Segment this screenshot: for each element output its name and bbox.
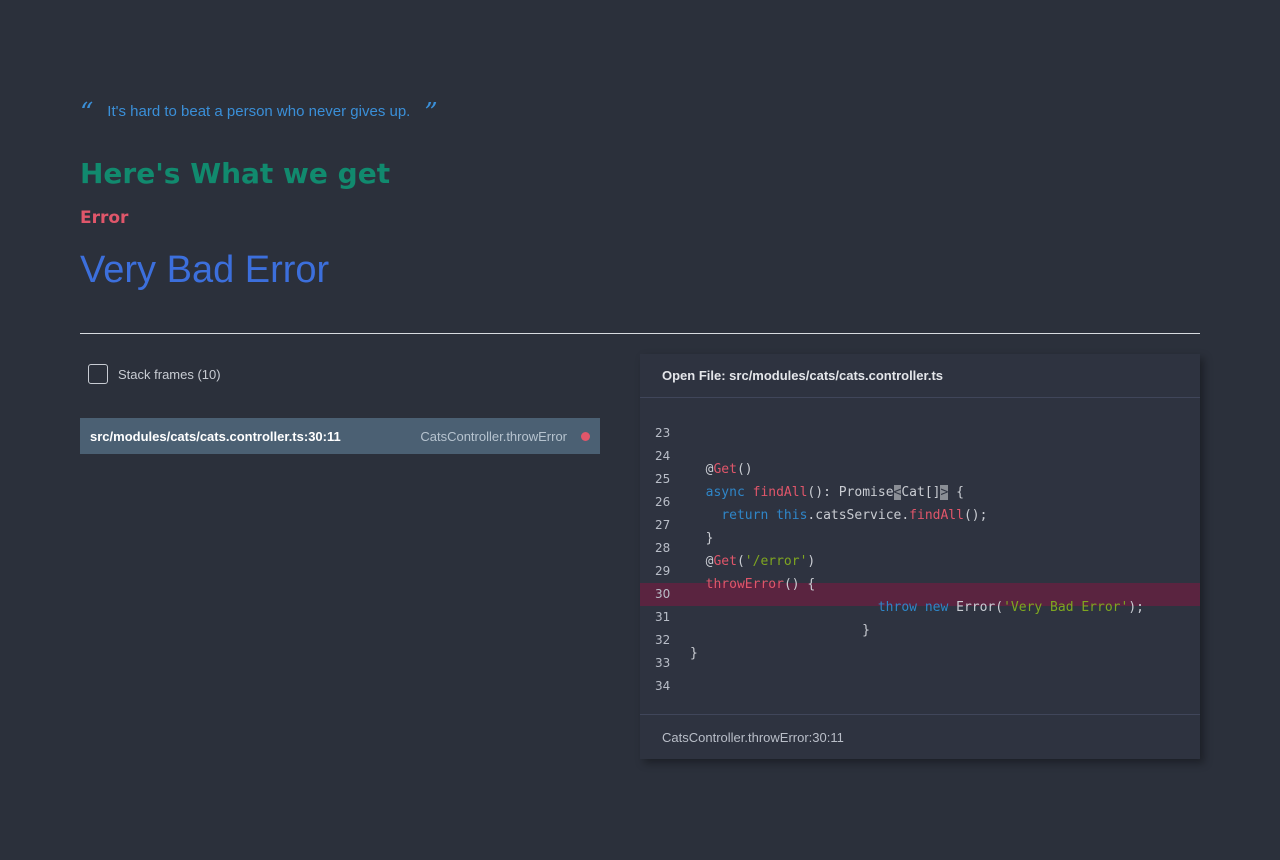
divider <box>80 333 1200 334</box>
code-panel: Open File: src/modules/cats/cats.control… <box>640 354 1200 759</box>
line-number: 31 <box>655 610 671 624</box>
code-line: 32 } <box>640 623 1200 652</box>
code-panel-footer: CatsController.throwError:30:11 <box>640 714 1200 759</box>
stack-frame-item[interactable]: src/modules/cats/cats.controller.ts:30:1… <box>80 418 600 454</box>
page-title: Here's What we get <box>80 157 391 190</box>
stack-frames-checkbox[interactable] <box>88 364 108 384</box>
code-text: @Get() <box>690 462 753 477</box>
code-text: @Get('/error') <box>690 554 816 569</box>
error-message: Very Bad Error <box>80 249 330 291</box>
error-label: Error <box>80 208 129 228</box>
close-quote-icon: ” <box>424 98 438 128</box>
code-text: async findAll(): Promise<Cat[]> { <box>705 485 964 500</box>
code-line: 34 <box>640 675 1200 698</box>
code-view: 23 24 25 @Get() 26 async findAll(): Promise… <box>640 422 1200 698</box>
code-text: } <box>690 531 714 546</box>
line-number: 23 <box>655 426 671 440</box>
line-number: 27 <box>655 518 671 532</box>
line-number: 28 <box>655 541 671 555</box>
quote: “ It's hard to beat a person who never g… <box>80 96 438 126</box>
line-number: 33 <box>655 656 671 670</box>
frame-method-name: CatsController.throwError <box>420 428 567 444</box>
line-number: 30 <box>655 587 671 601</box>
line-number: 25 <box>655 472 671 486</box>
open-file-header[interactable]: Open File: src/modules/cats/cats.control… <box>640 354 1200 398</box>
frame-file-path: src/modules/cats/cats.controller.ts:30:1… <box>90 428 341 444</box>
line-number: 26 <box>655 495 671 509</box>
stack-frames-label: Stack frames (10) <box>118 366 221 382</box>
line-number: 29 <box>655 564 671 578</box>
line-number: 24 <box>655 449 671 463</box>
code-text: return this.catsService.findAll(); <box>721 508 988 523</box>
open-quote-icon: “ <box>80 98 94 128</box>
code-text: } <box>690 646 698 661</box>
error-dot-icon <box>581 431 590 441</box>
quote-text: It's hard to beat a person who never giv… <box>107 102 411 120</box>
code-text: throwError() { <box>705 577 816 592</box>
code-line: 23 <box>640 422 1200 445</box>
stack-frames-toggle[interactable]: Stack frames (10) <box>88 364 221 384</box>
code-text: throw new Error('Very Bad Error'); <box>877 600 1144 615</box>
code-text: } <box>690 623 871 638</box>
line-number: 34 <box>655 679 671 693</box>
code-line: 27 return this.catsService.findAll(); <box>640 508 1200 537</box>
code-line: 33} <box>640 646 1200 675</box>
line-number: 32 <box>655 633 671 647</box>
